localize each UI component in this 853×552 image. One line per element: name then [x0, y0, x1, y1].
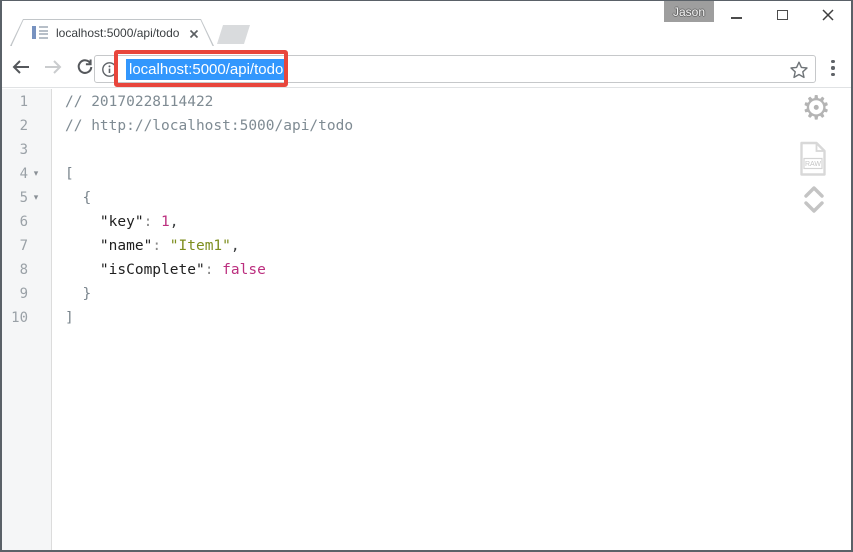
close-icon [822, 9, 834, 21]
browser-toolbar: localhost:5000/api/todo [2, 46, 851, 88]
token-brace: [ [65, 166, 74, 182]
tab-close-icon[interactable] [188, 27, 200, 39]
profile-badge[interactable]: Jason [664, 1, 714, 22]
maximize-icon [776, 10, 788, 20]
browser-window: localhost:5000/api/todo Jason localhost:… [0, 0, 853, 552]
token-key: "key" [99, 214, 144, 230]
settings-gear-icon[interactable]: ⚙ [801, 91, 831, 124]
window-controls [713, 1, 851, 29]
code-line: // 20170228114422 [65, 90, 851, 114]
gutter-line: 3 [2, 138, 51, 162]
code-line: "key": 1, [65, 210, 851, 234]
code-line: "name": "Item1", [65, 234, 851, 258]
browser-menu-icon[interactable] [821, 54, 845, 82]
collapse-toggle-icon[interactable]: ▾ [28, 169, 44, 179]
token-punct: : [152, 238, 170, 254]
token-comma: , [230, 238, 240, 254]
line-number: 4 [19, 166, 28, 182]
gutter-line: 5 ▾ [2, 186, 51, 210]
reload-icon [77, 58, 92, 74]
token-brace: { [65, 190, 92, 206]
raw-label: RAW [805, 161, 821, 168]
minimize-icon [730, 17, 742, 19]
gutter-line: 7 [2, 234, 51, 258]
token-str: "Item1" [169, 238, 231, 254]
code-line: { [65, 186, 851, 210]
new-tab-button[interactable] [217, 25, 250, 44]
token-brace: ] [65, 310, 74, 326]
token-num: 1 [161, 214, 170, 230]
line-number: 8 [19, 262, 28, 278]
address-bar[interactable]: localhost:5000/api/todo [94, 55, 816, 83]
token-comment: // 20170228114422 [65, 94, 214, 110]
token-bool: false [222, 262, 266, 278]
line-number: 5 [19, 190, 28, 206]
line-number: 6 [19, 214, 28, 230]
line-number: 2 [19, 118, 28, 134]
raw-view-button[interactable]: RAW [799, 141, 827, 182]
line-number: 7 [19, 238, 28, 254]
bookmark-star-icon[interactable] [789, 60, 809, 80]
code-line: "isComplete": false [65, 258, 851, 282]
token-comment: // http://localhost:5000/api/todo [65, 118, 354, 134]
gutter-line: 8 [2, 258, 51, 282]
token-key: "isComplete" [99, 262, 205, 278]
code-line: [ [65, 162, 851, 186]
code-line: ] [65, 306, 851, 330]
gutter-line: 2 [2, 114, 51, 138]
line-number: 3 [19, 142, 28, 158]
gutter-line: 10 [2, 306, 51, 330]
gutter-line: 9 [2, 282, 51, 306]
forward-button[interactable] [39, 53, 66, 81]
gutter-line: 6 [2, 210, 51, 234]
token-punct: : [204, 262, 223, 278]
code-line: } [65, 282, 851, 306]
url-selected-text[interactable]: localhost:5000/api/todo [126, 58, 287, 80]
tab-title: localhost:5000/api/todo [56, 25, 180, 40]
token-comma: , [169, 214, 179, 230]
raw-document-icon: RAW [800, 141, 826, 176]
token-punct: : [143, 214, 162, 230]
gutter-line: 4 ▾ [2, 162, 51, 186]
gutter-line: 1 [2, 90, 51, 114]
code-line: // http://localhost:5000/api/todo [65, 114, 851, 138]
minimize-button[interactable] [713, 1, 759, 29]
back-arrow-icon [12, 59, 29, 74]
code-area: ⚙ RAW // 20170228114422 // http://localh… [52, 89, 851, 550]
line-number: 1 [19, 94, 28, 110]
json-document-favicon-icon [32, 25, 48, 40]
tab-strip: localhost:5000/api/todo Jason [2, 1, 851, 46]
close-button[interactable] [805, 1, 851, 29]
token-key: "name" [99, 238, 153, 254]
line-number: 10 [11, 310, 28, 326]
maximize-button[interactable] [759, 1, 805, 29]
gutter: 1 2 3 4 ▾ 5 ▾ 6 7 8 9 10 [2, 89, 52, 550]
collapse-toggle-icon[interactable]: ▾ [28, 193, 44, 203]
json-viewer: 1 2 3 4 ▾ 5 ▾ 6 7 8 9 10 ⚙ RAW // 201702… [2, 89, 851, 550]
back-button[interactable] [7, 53, 34, 81]
forward-arrow-icon [44, 59, 61, 74]
expand-all-chevron-down-icon[interactable] [803, 201, 825, 219]
tab-localhost-api-todo[interactable]: localhost:5000/api/todo [10, 19, 214, 46]
line-number: 9 [19, 286, 28, 302]
token-brace: } [65, 286, 92, 302]
page-info-icon[interactable] [101, 61, 118, 78]
